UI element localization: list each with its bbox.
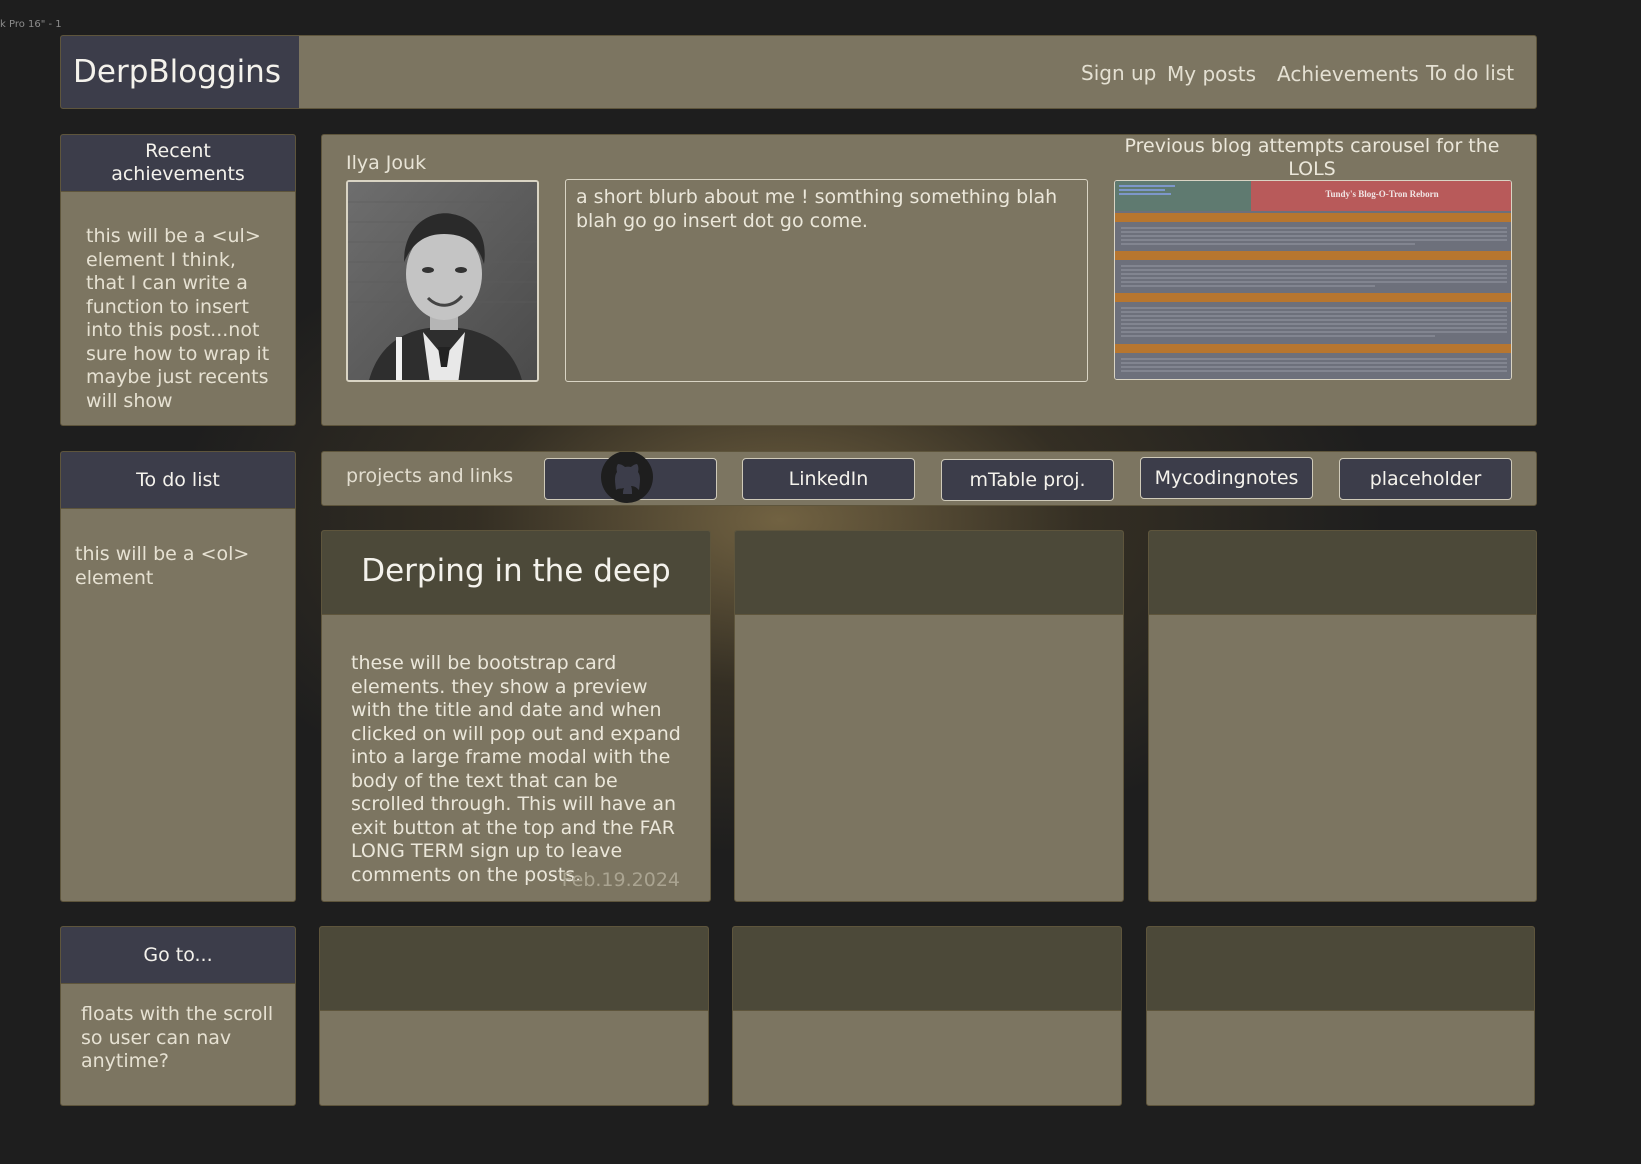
brand-logo[interactable]: DerpBloggins [61,36,299,108]
nav-my-posts[interactable]: My posts [1167,62,1256,86]
github-button[interactable] [544,452,717,503]
linkedin-button[interactable]: LinkedIn [742,458,915,500]
card-title: Derping in the deep [361,553,671,589]
card-preview-text: these will be bootstrap card elements. t… [351,652,681,886]
projects-bar: projects and links LinkedIn mTable proj.… [321,451,1537,506]
author-name: Ilya Jouk [346,152,427,174]
avatar [346,180,539,382]
mtable-project-button[interactable]: mTable proj. [941,459,1114,501]
blog-card-empty[interactable] [1148,530,1537,902]
card-header [735,531,1123,615]
achievements-title: Recent achievements [111,140,245,185]
todo-body: this will be a <ol> element [75,543,250,589]
mycodingnotes-button[interactable]: Mycodingnotes [1140,457,1313,499]
goto-body: floats with the scroll so user can nav a… [81,1003,274,1072]
achievements-body: this will be a <ul> element I think, tha… [86,225,270,412]
carousel-title: Previous blog attempts carousel for the … [1124,135,1500,180]
blog-card-empty[interactable] [1146,926,1535,1106]
projects-label: projects and links [346,465,514,487]
card-date: Feb.19.2024 [561,869,680,891]
nav-to-do-list[interactable]: To do list [1426,61,1514,85]
goto-title: Go to... [143,944,213,966]
todo-title: To do list [136,469,220,491]
navbar: DerpBloggins Sign up My posts Achievemen… [60,35,1537,109]
blog-card-empty[interactable] [319,926,709,1106]
profile-panel: Ilya Jouk a short blurb about me ! somth… [321,134,1537,426]
frame-label: k Pro 16" - 1 [0,19,62,30]
sidebar-todo: To do list this will be a <ol> element [60,451,296,902]
todo-header: To do list [61,452,295,509]
carousel-slide-image [1115,181,1511,379]
card-header [733,927,1121,1011]
blog-card[interactable]: Derping in the deep these will be bootst… [321,530,711,902]
goto-header: Go to... [61,927,295,984]
github-icon [601,452,653,503]
card-header [1147,927,1534,1011]
about-blurb: a short blurb about me ! somthing someth… [565,179,1088,382]
nav-achievements[interactable]: Achievements [1277,62,1419,86]
card-header [1149,531,1536,615]
card-header [320,927,708,1011]
sidebar-goto: Go to... floats with the scroll so user … [60,926,296,1106]
carousel-banner-text: Tundy's Blog-O-Tron Reborn [1325,189,1439,199]
card-header: Derping in the deep [322,531,710,615]
nav-sign-up[interactable]: Sign up [1081,61,1156,85]
blog-carousel[interactable]: Tundy's Blog-O-Tron Reborn [1114,180,1512,380]
placeholder-button[interactable]: placeholder [1339,458,1512,500]
portrait-photo [348,182,537,380]
sidebar-achievements: Recent achievements this will be a <ul> … [60,134,296,426]
blog-card-empty[interactable] [732,926,1122,1106]
achievements-header: Recent achievements [61,135,295,192]
blog-card-empty[interactable] [734,530,1124,902]
